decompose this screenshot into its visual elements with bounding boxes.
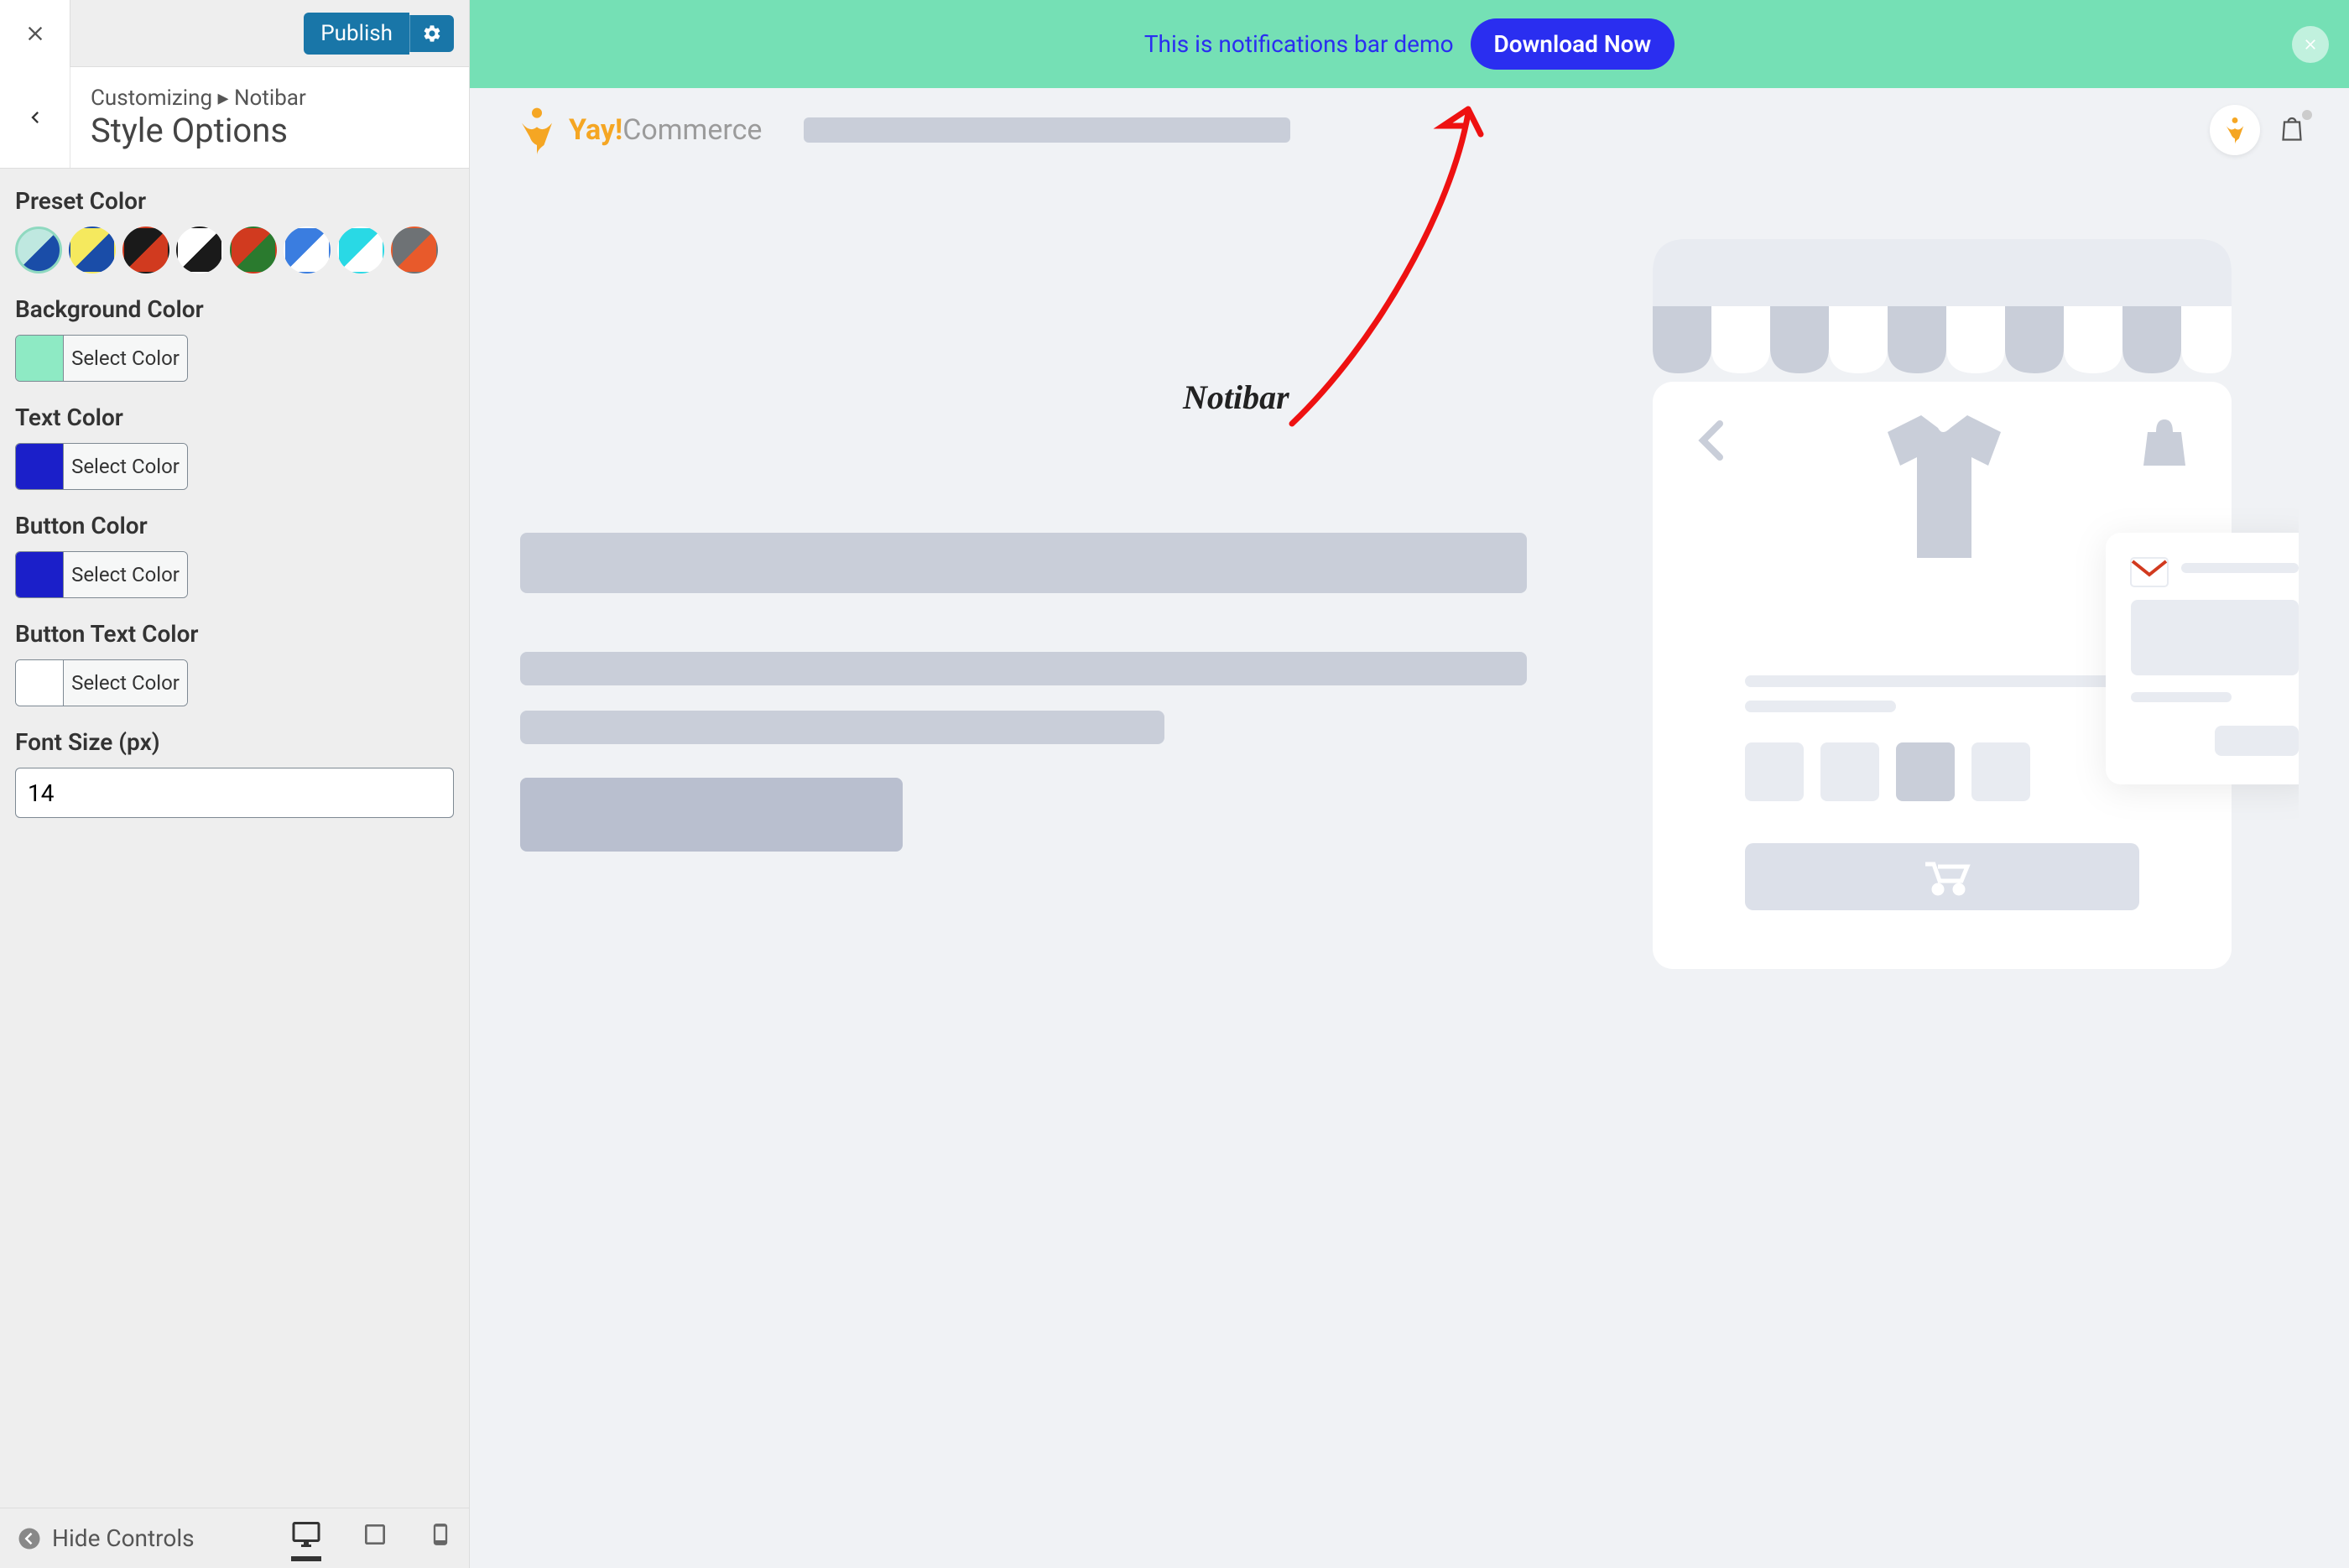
placeholder-block (520, 652, 1527, 685)
preset-swatch[interactable] (69, 227, 116, 273)
close-icon (2302, 36, 2319, 53)
cart-button[interactable] (2277, 113, 2307, 147)
publish-settings-button[interactable] (409, 15, 454, 52)
preset-swatch[interactable] (176, 227, 223, 273)
preset-swatch[interactable] (230, 227, 277, 273)
text-color-picker[interactable]: Select Color (15, 443, 188, 490)
preset-swatch-row (15, 227, 454, 273)
preset-swatch[interactable] (15, 227, 62, 273)
nav-placeholder (804, 117, 1290, 143)
desktop-device-button[interactable] (291, 1519, 321, 1558)
preset-color-label: Preset Color (15, 187, 454, 215)
preview-body (470, 172, 2349, 981)
select-color-button[interactable]: Select Color (63, 336, 187, 381)
placeholder-button-block (520, 778, 903, 852)
background-color-swatch (16, 336, 63, 381)
notibar-text: This is notifications bar demo (1144, 30, 1454, 58)
sidebar-footer: Hide Controls (0, 1508, 469, 1568)
logo-icon (512, 105, 562, 155)
button-color-label: Button Color (15, 512, 454, 539)
site-logo[interactable]: Yay!Commerce (512, 105, 762, 155)
tablet-device-button[interactable] (362, 1521, 388, 1556)
background-color-picker[interactable]: Select Color (15, 335, 188, 382)
button-text-color-picker[interactable]: Select Color (15, 659, 188, 706)
cart-badge (2302, 110, 2312, 120)
button-color-picker[interactable]: Select Color (15, 551, 188, 598)
hide-controls-label: Hide Controls (52, 1524, 195, 1552)
close-icon (23, 22, 47, 45)
mobile-icon (429, 1523, 452, 1546)
button-color-swatch (16, 552, 63, 597)
preset-swatch[interactable] (122, 227, 169, 273)
breadcrumb-row: Customizing ▸ Notibar Style Options (0, 67, 469, 169)
select-color-button[interactable]: Select Color (63, 552, 187, 597)
background-color-label: Background Color (15, 295, 454, 323)
desktop-icon (291, 1519, 321, 1550)
notibar-close-button[interactable] (2292, 26, 2329, 63)
breadcrumb: Customizing ▸ Notibar (91, 86, 306, 111)
notification-bar: This is notifications bar demo Download … (470, 0, 2349, 88)
logo-commerce: Commerce (622, 113, 762, 147)
publish-button[interactable]: Publish (304, 13, 409, 55)
placeholder-block (520, 711, 1164, 744)
hide-controls-button[interactable]: Hide Controls (17, 1524, 195, 1552)
avatar[interactable] (2210, 105, 2260, 155)
sidebar-top-bar: Publish (0, 0, 469, 67)
chevron-left-icon (23, 106, 47, 129)
font-size-input[interactable] (15, 768, 454, 818)
button-text-color-label: Button Text Color (15, 620, 454, 648)
notibar-cta-button[interactable]: Download Now (1471, 18, 1675, 70)
preview-area: This is notifications bar demo Download … (470, 0, 2349, 1568)
preset-swatch[interactable] (284, 227, 331, 273)
device-switcher (291, 1519, 452, 1558)
mobile-device-button[interactable] (429, 1523, 452, 1555)
customizer-sidebar: Publish Customizing ▸ Notibar Style Opti… (0, 0, 470, 1568)
content-placeholder-blocks (520, 222, 1527, 981)
panel-body: Preset Color Background Color Select Col… (0, 169, 469, 1508)
avatar-icon (2221, 116, 2249, 144)
page-title: Style Options (91, 111, 306, 150)
preset-swatch[interactable] (391, 227, 438, 273)
select-color-button[interactable]: Select Color (63, 660, 187, 706)
back-button[interactable] (0, 67, 70, 168)
chevron-left-circle-icon (17, 1526, 42, 1551)
placeholder-block (520, 533, 1527, 593)
text-color-swatch (16, 444, 63, 489)
button-text-color-swatch (16, 660, 63, 706)
gear-icon (422, 23, 442, 44)
text-color-label: Text Color (15, 404, 454, 431)
logo-yay: Yay! (569, 113, 622, 147)
store-illustration (1628, 222, 2299, 981)
tablet-icon (362, 1521, 388, 1548)
preset-swatch[interactable] (337, 227, 384, 273)
select-color-button[interactable]: Select Color (63, 444, 187, 489)
site-header: Yay!Commerce (470, 88, 2349, 172)
close-button[interactable] (0, 0, 70, 67)
font-size-label: Font Size (px) (15, 728, 454, 756)
